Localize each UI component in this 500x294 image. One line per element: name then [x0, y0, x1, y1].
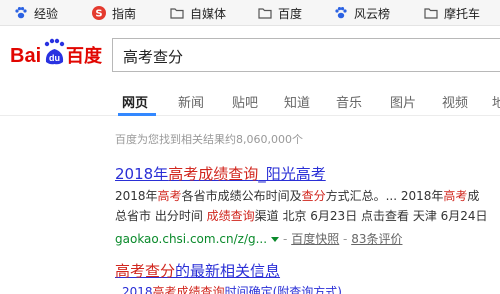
bookmark-label: 经验 [34, 6, 59, 21]
search-header: Bai du 百度 高考查分 [0, 26, 500, 86]
bookmark-label: 自媒体 [190, 6, 227, 21]
tab-news[interactable]: 新闻 [178, 92, 204, 111]
result-url[interactable]: gaokao.chsi.com.cn/z/g... [115, 232, 267, 246]
result-title-part: _阳光高考 [258, 165, 326, 183]
cache-link[interactable]: 百度快照 [291, 232, 339, 246]
latest-info-title-link[interactable]: 高考查分的最新相关信息 [115, 260, 280, 281]
bookmark-label: 指南 [112, 6, 137, 21]
result-title-link[interactable]: 2018年高考成绩查询_阳光高考 [115, 163, 326, 184]
bookmark-motuoche[interactable]: 摩托车 [424, 4, 480, 22]
tab-images[interactable]: 图片 [390, 92, 416, 111]
svg-text:Bai: Bai [10, 45, 41, 67]
bookmark-baidu[interactable]: 百度 [258, 4, 302, 22]
search-query: 高考查分 [123, 48, 184, 66]
bookmark-jingyan[interactable]: 经验 [14, 4, 58, 22]
bookmarks-bar: 经验 S 指南 自媒体 百度 风云榜 摩托车 [0, 0, 500, 26]
bookmark-zhinan[interactable]: S 指南 [92, 4, 136, 22]
svg-text:S: S [95, 9, 102, 20]
tab-map[interactable]: 地 [492, 92, 500, 111]
browser-page: 经验 S 指南 自媒体 百度 风云榜 摩托车 Bai du 百度 高考查分 网页… [0, 0, 500, 294]
result-snippet-line-1: 2018年高考各省市成绩公布时间及查分方式汇总。... 2018年高考成 [115, 189, 480, 203]
tab-webpage[interactable]: 网页 [122, 92, 148, 111]
latest-info-item-link[interactable]: 2018高考成绩查询时间确定(附查询方式) [122, 283, 342, 294]
result-title-highlight: 高考成绩查询 [168, 165, 259, 183]
tab-video[interactable]: 视频 [442, 92, 468, 111]
paw-logo-icon: du [44, 38, 65, 65]
folder-icon [424, 8, 438, 19]
result-title-part: 2018年 [115, 165, 169, 183]
tab-zhidao[interactable]: 知道 [284, 92, 310, 111]
active-tab-indicator [118, 113, 156, 116]
svg-text:du: du [49, 53, 60, 63]
baidu-logo[interactable]: Bai du 百度 [10, 36, 106, 70]
svg-text:百度: 百度 [66, 45, 103, 67]
folder-icon [170, 8, 184, 19]
bookmark-label: 摩托车 [444, 6, 481, 21]
search-tabs: 网页 新闻 贴吧 知道 音乐 图片 视频 地 [0, 86, 500, 116]
paw-icon [15, 7, 27, 19]
s-logo-icon: S [92, 6, 106, 20]
bookmark-zimeiti[interactable]: 自媒体 [170, 4, 226, 22]
bookmark-label: 风云榜 [354, 6, 391, 21]
bookmark-fengyunbang[interactable]: 风云榜 [334, 4, 390, 22]
tab-tieba[interactable]: 贴吧 [232, 92, 258, 111]
tab-music[interactable]: 音乐 [336, 92, 362, 111]
search-input[interactable]: 高考查分 [112, 38, 500, 72]
url-dropdown-icon[interactable] [271, 237, 280, 242]
result-count: 百度为您找到相关结果约8,060,000个 [115, 133, 303, 146]
rating-link[interactable]: 83条评价 [351, 232, 402, 246]
bookmark-label: 百度 [278, 6, 303, 21]
paw-icon [335, 7, 347, 19]
result-url-line: gaokao.chsi.com.cn/z/g... - 百度快照 - 83条评价 [115, 232, 403, 246]
folder-icon [258, 8, 272, 19]
result-snippet-line-2: 总省市 出分时间 成绩查询渠道 北京 6月23日 点击查看 天津 6月24日 [115, 209, 488, 223]
